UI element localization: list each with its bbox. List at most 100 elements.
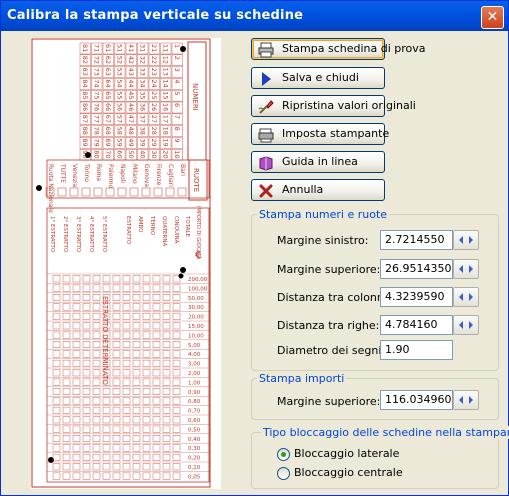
ticket-bet-cell bbox=[152, 472, 161, 480]
top-margin-spinner[interactable] bbox=[453, 259, 479, 279]
ticket-bet-cell bbox=[142, 350, 151, 358]
ticket-amount: 20,00 bbox=[188, 315, 204, 321]
row-distance-spinner[interactable] bbox=[453, 315, 479, 335]
ticket-number: 14 bbox=[162, 79, 170, 87]
ticket-number: 70 bbox=[104, 150, 112, 158]
ticket-bet-cell bbox=[72, 444, 81, 452]
ticket-bet-cell bbox=[52, 416, 61, 424]
ticket-wheel-name: Ruota Nazionale bbox=[47, 164, 54, 213]
printer-setup-label: Imposta stampante bbox=[282, 127, 390, 140]
ticket-bet-cell bbox=[152, 331, 161, 339]
ticket-bet-cell bbox=[132, 425, 141, 433]
ticket-number: 76 bbox=[93, 103, 101, 111]
save-close-button[interactable]: Salva e chiudi bbox=[251, 67, 385, 89]
cancel-button[interactable]: Annulla bbox=[251, 179, 385, 201]
ticket-bet-cell bbox=[92, 472, 101, 480]
online-help-button[interactable]: Guida in linea bbox=[251, 151, 385, 173]
ticket-bet-cell bbox=[172, 435, 181, 442]
ticket-bet-cell bbox=[92, 369, 101, 377]
ticket-number: 64 bbox=[104, 79, 112, 87]
ticket-bet-cell bbox=[102, 397, 111, 405]
ticket-number: 2 bbox=[173, 56, 181, 60]
row-distance-field[interactable]: 4.784160 bbox=[380, 315, 453, 335]
ticket-bet-cell bbox=[172, 294, 181, 301]
top-margin-field[interactable]: 26.9514350 bbox=[380, 259, 453, 279]
ticket-bet-cell bbox=[162, 416, 171, 424]
lateral-lock-radio[interactable] bbox=[277, 448, 290, 461]
close-button[interactable]: ✕ bbox=[481, 6, 504, 29]
ticket-bet-cell bbox=[82, 435, 91, 442]
ticket-number: 23 bbox=[150, 68, 158, 76]
top-margin-label: Margine superiore: bbox=[277, 263, 381, 276]
printer-icon bbox=[258, 42, 274, 58]
central-lock-radio[interactable] bbox=[277, 467, 290, 480]
mark-diameter-field[interactable]: 1.90 bbox=[380, 340, 453, 360]
ticket-ruote-header: RUOTE bbox=[192, 168, 200, 192]
ticket-bet-cell bbox=[92, 463, 101, 471]
ticket-bet-cell bbox=[132, 275, 141, 283]
ticket-bet-cell bbox=[162, 388, 171, 395]
ticket-wheel-name: Milano bbox=[131, 164, 138, 184]
ticket-bet-cell bbox=[172, 331, 181, 339]
ticket-bet-cell bbox=[92, 303, 101, 311]
ticket-estratto-label: 3° ESTRATTO bbox=[75, 216, 81, 253]
ticket-amount: 0,80 bbox=[188, 399, 201, 405]
ticket-amount: 1,00 bbox=[188, 380, 201, 386]
ticket-bet-cell bbox=[62, 472, 71, 480]
column-distance-field[interactable]: 4.3239590 bbox=[380, 287, 453, 307]
ticket-bet-cell bbox=[132, 472, 141, 480]
save-close-label: Salva e chiudi bbox=[282, 71, 359, 84]
ticket-wheel-name: Napoli bbox=[119, 164, 126, 183]
ticket-wheel-name: Palermo bbox=[107, 164, 114, 189]
ticket-bet-cell bbox=[162, 472, 171, 480]
left-margin-spinner[interactable] bbox=[453, 230, 479, 250]
ticket-number: 85 bbox=[81, 91, 89, 99]
restore-defaults-button[interactable]: Ripristina valori originali bbox=[251, 95, 416, 117]
amounts-top-margin-field[interactable]: 116.034960 bbox=[380, 390, 453, 410]
ticket-number: 40 bbox=[139, 150, 147, 158]
ticket-number: 6 bbox=[173, 103, 181, 107]
ticket-number: 13 bbox=[162, 68, 170, 76]
column-distance-spinner[interactable] bbox=[453, 287, 479, 307]
printer-setup-button[interactable]: Imposta stampante bbox=[251, 123, 389, 145]
ticket-bet-cell bbox=[52, 453, 61, 461]
ticket-bet-cell bbox=[82, 284, 91, 292]
ticket-number: 59 bbox=[116, 138, 124, 146]
ticket-number: 37 bbox=[139, 115, 147, 123]
ticket-bet-cell bbox=[92, 444, 101, 452]
ticket-number: 7 bbox=[173, 115, 181, 119]
ticket-bet-cell bbox=[112, 275, 121, 283]
ticket-bet-cell bbox=[92, 312, 101, 320]
ticket-bet-cell bbox=[102, 284, 111, 292]
title-bar[interactable]: Calibra la stampa verticale su schedine … bbox=[1, 1, 508, 31]
ticket-number: 29 bbox=[150, 138, 158, 146]
radio-selected-dot bbox=[281, 452, 286, 457]
print-test-button[interactable]: Stampa schedina di prova bbox=[251, 38, 426, 60]
ticket-bet-cell bbox=[122, 275, 131, 283]
ticket-amount: 0,90 bbox=[188, 390, 201, 396]
ticket-number: 20 bbox=[162, 150, 170, 158]
ticket-amount: 3,00 bbox=[188, 362, 201, 368]
ticket-bet-cell bbox=[102, 453, 111, 461]
lateral-lock-label[interactable]: Bloccaggio laterale bbox=[294, 447, 399, 460]
ticket-bet-cell bbox=[122, 303, 131, 311]
ticket-number: 33 bbox=[139, 68, 147, 76]
left-margin-field[interactable]: 2.7214550 bbox=[380, 230, 453, 250]
ticket-amount: 0,70 bbox=[188, 409, 201, 415]
central-lock-label[interactable]: Bloccaggio centrale bbox=[294, 466, 403, 479]
ticket-bet-cell bbox=[62, 359, 71, 367]
ticket-bet-cell bbox=[152, 388, 161, 395]
ticket-bet-label: TERNO bbox=[149, 215, 155, 236]
ticket-bet-cell bbox=[112, 463, 121, 471]
ticket-bet-cell bbox=[142, 359, 151, 367]
ticket-bet-cell bbox=[172, 369, 181, 377]
ticket-bet-cell bbox=[92, 331, 101, 339]
ticket-number: 15 bbox=[162, 91, 170, 99]
ticket-bet-cell bbox=[112, 425, 121, 433]
ticket-bet-cell bbox=[112, 388, 121, 395]
ticket-bet-cell bbox=[52, 359, 61, 367]
ticket-numeri-header: NUMERI bbox=[191, 83, 199, 111]
ticket-number: 27 bbox=[150, 115, 158, 123]
ticket-bet-cell bbox=[52, 284, 61, 292]
amounts-top-margin-spinner[interactable] bbox=[453, 390, 479, 410]
